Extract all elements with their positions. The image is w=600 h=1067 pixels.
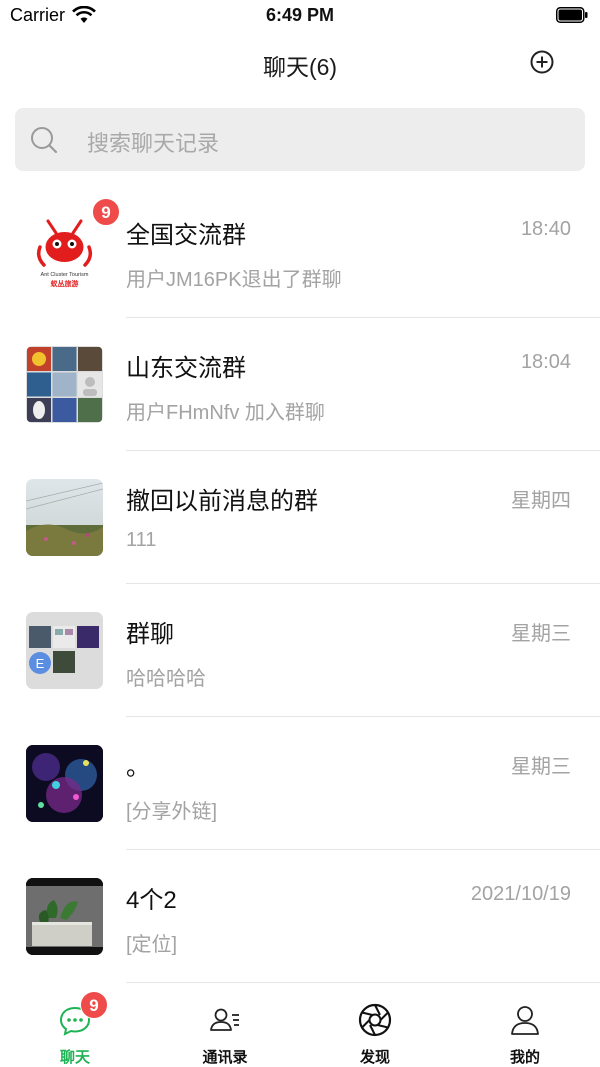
tab-unread-badge: 9 [80,991,108,1019]
search-icon [31,127,58,154]
group-avatar: E [26,612,103,689]
group-collage-icon: E [29,626,99,674]
chat-row[interactable]: Ant Cluster Tourism 蚁丛旅游 9 全国交流群 18:40 用… [0,185,600,318]
clock: 6:49 PM [265,5,335,25]
chat-row[interactable]: 山东交流群 18:04 用户FHmNfv 加入群聊 [0,318,600,451]
tab-bar: 9 聊天 通讯录 发现 我的 [0,985,600,1067]
chat-name: 。 [126,754,150,781]
chat-preview: [分享外链] [126,801,218,823]
ant-logo-icon: Ant Cluster Tourism 蚁丛旅游 [36,219,93,288]
person-icon [511,1006,539,1035]
battery-icon [556,7,588,23]
chat-name: 撤回以前消息的群 [126,488,318,515]
add-icon[interactable] [528,48,556,76]
group-avatar [26,346,103,423]
chat-time: 18:40 [520,218,571,240]
chat-name: 山东交流群 [126,355,246,382]
avatar: Ant Cluster Tourism 蚁丛旅游 [26,213,103,290]
tab-chats[interactable]: 9 聊天 [0,985,150,1067]
chat-time: 星期三 [511,756,571,778]
chat-time: 星期三 [511,623,571,645]
search-input[interactable]: 搜索聊天记录 [87,126,219,158]
avatar [26,745,103,822]
page-title: 聊天(6) [262,54,338,80]
avatar-letter: E [36,656,45,671]
photo-thumbnail-icon [26,878,103,955]
navigation-bar: 聊天(6) [0,36,600,92]
chat-time: 星期四 [511,490,571,512]
aperture-icon [358,1003,392,1037]
chat-row[interactable]: 4个2 2021/10/19 [定位] [0,850,600,983]
chat-preview: [定位] [126,934,178,956]
chat-row[interactable]: 撤回以前消息的群 星期四 111 [0,451,600,584]
chat-preview: 用户FHmNfv 加入群聊 [126,402,325,424]
chat-preview: 哈哈哈哈 [126,668,206,690]
tab-label: 发现 [359,1049,390,1066]
avatar [26,878,103,955]
chat-row[interactable]: E 群聊 星期三 哈哈哈哈 [0,584,600,717]
tab-profile[interactable]: 我的 [450,985,600,1067]
chat-preview: 用户JM16PK退出了群聊 [126,269,342,291]
tab-label: 聊天 [59,1049,90,1066]
chat-preview: 111 [126,529,157,551]
contacts-icon [210,1008,239,1031]
chat-time: 2021/10/19 [470,883,571,905]
chat-row[interactable]: 。 星期三 [分享外链] [0,717,600,850]
status-bar: Carrier 6:49 PM [0,0,600,32]
search-bar[interactable]: 搜索聊天记录 [15,108,585,171]
unread-badge: 9 [92,198,120,226]
logo-caption-en: Ant Cluster Tourism [41,272,89,278]
logo-caption-cn: 蚁丛旅游 [51,279,79,288]
tab-label: 我的 [509,1049,540,1066]
chat-time: 18:04 [520,351,571,373]
photo-thumbnail-icon [26,479,103,556]
group-collage-icon [27,347,102,422]
chat-list: Ant Cluster Tourism 蚁丛旅游 9 全国交流群 18:40 用… [0,185,600,983]
tab-discover[interactable]: 发现 [300,985,450,1067]
row-divider [126,982,600,983]
chat-name: 群聊 [126,621,174,648]
tab-contacts[interactable]: 通讯录 [150,985,300,1067]
chat-name: 全国交流群 [126,222,246,249]
tab-label: 通讯录 [202,1049,248,1066]
photo-thumbnail-icon [26,745,103,822]
avatar [26,479,103,556]
chat-name: 4个2 [126,887,177,914]
